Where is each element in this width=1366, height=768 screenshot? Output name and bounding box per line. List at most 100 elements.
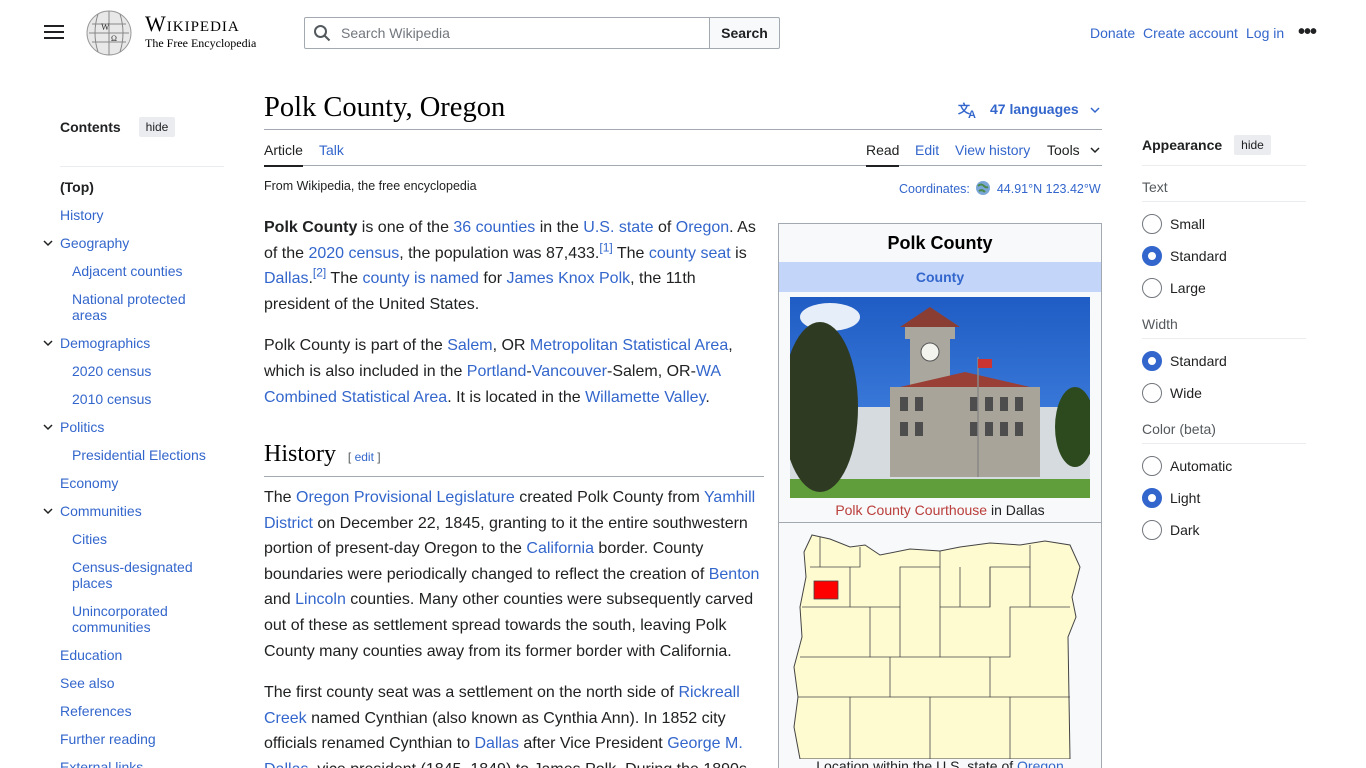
link-dallas-2[interactable]: Dallas: [474, 735, 518, 752]
map-caption-oregon-link[interactable]: Oregon: [1017, 758, 1064, 768]
link-rickreall-creek[interactable]: Rickreall Creek: [264, 684, 740, 727]
citation-2[interactable]: [2]: [313, 266, 326, 280]
radio-width-standard[interactable]: [1142, 351, 1162, 371]
search-icon: [314, 25, 331, 42]
ellipsis-icon[interactable]: •••: [1298, 22, 1318, 42]
courthouse-photo[interactable]: [790, 297, 1090, 498]
toc-item-2010-census[interactable]: 2010 census: [72, 391, 151, 407]
tab-edit[interactable]: Edit: [915, 142, 939, 165]
toc-item-2020-census[interactable]: 2020 census: [72, 363, 151, 379]
link-portland[interactable]: Portland: [467, 363, 527, 380]
link-oregon-provisional-legislature[interactable]: Oregon Provisional Legislature: [296, 489, 515, 506]
svg-text:W: W: [101, 22, 110, 32]
appearance-hide-button[interactable]: hide: [1234, 134, 1271, 155]
link-james-knox-polk[interactable]: James Knox Polk: [507, 270, 631, 287]
search-button[interactable]: Search: [709, 17, 780, 49]
link-oregon[interactable]: Oregon: [676, 219, 729, 236]
toc-item-history[interactable]: History: [60, 207, 104, 223]
tab-view-history[interactable]: View history: [955, 142, 1030, 165]
chevron-down-icon[interactable]: [1089, 144, 1101, 156]
photo-caption-rest: in Dallas: [987, 502, 1045, 518]
courthouse-link[interactable]: Polk County Courthouse: [835, 502, 987, 518]
link-dallas[interactable]: Dallas: [264, 270, 308, 287]
toc-item-national-protected-areas[interactable]: National protected areas: [72, 291, 212, 323]
link-salem[interactable]: Salem: [447, 337, 492, 354]
appearance-panel: Appearance hide: [1142, 134, 1306, 166]
link-2020-census[interactable]: 2020 census: [308, 245, 399, 262]
tab-talk[interactable]: Talk: [319, 142, 344, 165]
link-county-seat[interactable]: county seat: [649, 245, 731, 262]
logo-title: Wikipedia: [145, 11, 240, 36]
link-us-state[interactable]: U.S. state: [583, 219, 653, 236]
tab-tools[interactable]: Tools: [1047, 142, 1080, 165]
chevron-down-icon[interactable]: [42, 421, 54, 433]
toc-item-presidential-elections[interactable]: Presidential Elections: [72, 447, 206, 463]
radio-text-small[interactable]: [1142, 214, 1162, 234]
tab-read[interactable]: Read: [866, 142, 900, 167]
toc-item-communities[interactable]: Communities: [60, 503, 142, 519]
link-vancouver[interactable]: Vancouver: [532, 363, 607, 380]
svg-text:Ω: Ω: [111, 34, 117, 43]
chevron-down-icon[interactable]: [42, 237, 54, 249]
color-label: Color (beta): [1142, 421, 1216, 437]
link-csa[interactable]: Combined Statistical Area: [264, 389, 447, 406]
history-paragraph-1: The Oregon Provisional Legislature creat…: [264, 489, 760, 660]
citation-1[interactable]: [1]: [599, 240, 612, 254]
search-input[interactable]: [304, 17, 710, 49]
link-lincoln[interactable]: Lincoln: [295, 591, 346, 608]
link-wa[interactable]: WA: [696, 363, 720, 380]
wikipedia-wordmark[interactable]: Wikipedia The Free Encyclopedia: [145, 11, 256, 51]
toc-item-economy[interactable]: Economy: [60, 475, 118, 491]
link-36-counties[interactable]: 36 counties: [453, 219, 535, 236]
link-california[interactable]: California: [526, 540, 594, 557]
create-account-link[interactable]: Create account: [1143, 25, 1238, 41]
map-caption-text: Location within the U.S. state of: [816, 758, 1018, 768]
toc-hide-button[interactable]: hide: [138, 117, 176, 137]
toc-item-adjacent-counties[interactable]: Adjacent counties: [72, 263, 183, 279]
toc-item-further-reading[interactable]: Further reading: [60, 731, 156, 747]
oregon-locator-map[interactable]: [790, 527, 1090, 759]
login-link[interactable]: Log in: [1246, 25, 1284, 41]
radio-color-light[interactable]: [1142, 488, 1162, 508]
divider: [1142, 201, 1306, 202]
radio-text-standard[interactable]: [1142, 246, 1162, 266]
toc-item-top[interactable]: (Top): [60, 179, 94, 195]
toc-item-cities[interactable]: Cities: [72, 531, 107, 547]
radio-width-wide[interactable]: [1142, 383, 1162, 403]
radio-color-automatic[interactable]: [1142, 456, 1162, 476]
donate-link[interactable]: Donate: [1090, 25, 1135, 41]
toc-item-references[interactable]: References: [60, 703, 132, 719]
chevron-down-icon[interactable]: [42, 337, 54, 349]
link-willamette-valley[interactable]: Willamette Valley: [585, 389, 705, 406]
toc-item-unincorporated-communities[interactable]: Unincorporated communities: [72, 603, 192, 635]
link-benton[interactable]: Benton: [709, 566, 760, 583]
chevron-down-icon[interactable]: [42, 505, 54, 517]
toc-item-education[interactable]: Education: [60, 647, 122, 663]
toc-item-see-also[interactable]: See also: [60, 675, 114, 691]
history-edit-link[interactable]: [ edit ]: [348, 450, 381, 464]
toc-item-politics[interactable]: Politics: [60, 419, 104, 435]
link-county-is-named[interactable]: county is named: [362, 270, 479, 287]
coordinates[interactable]: Coordinates: 44.91°N 123.42°W: [899, 180, 1101, 196]
edit-link[interactable]: edit: [355, 450, 374, 464]
hamburger-icon[interactable]: [42, 22, 66, 42]
radio-text-large[interactable]: [1142, 278, 1162, 298]
wikipedia-globe-logo[interactable]: W Ω: [84, 10, 134, 56]
tab-article[interactable]: Article: [264, 142, 303, 167]
infobox-subtitle[interactable]: County: [779, 262, 1101, 292]
link-msa[interactable]: Metropolitan Statistical Area: [530, 337, 728, 354]
toc-item-census-designated-places[interactable]: Census-designated places: [72, 559, 212, 591]
toc-item-demographics[interactable]: Demographics: [60, 335, 150, 351]
title-divider: [264, 129, 1102, 130]
toc-header: Contents hide: [60, 117, 224, 167]
site-header: W Ω Wikipedia The Free Encyclopedia Sear…: [0, 0, 1366, 66]
divider: [1142, 338, 1306, 339]
table-of-contents: Contents hide: [60, 117, 224, 167]
radio-label-color-automatic: Automatic: [1170, 458, 1233, 474]
radio-color-dark[interactable]: [1142, 520, 1162, 540]
toc-item-external-links[interactable]: External links: [60, 759, 143, 768]
chevron-down-icon: [1090, 107, 1100, 114]
infobox: Polk County County Polk County Courthous…: [778, 223, 1102, 768]
radio-label-color-light: Light: [1170, 490, 1201, 506]
toc-item-geography[interactable]: Geography: [60, 235, 129, 251]
